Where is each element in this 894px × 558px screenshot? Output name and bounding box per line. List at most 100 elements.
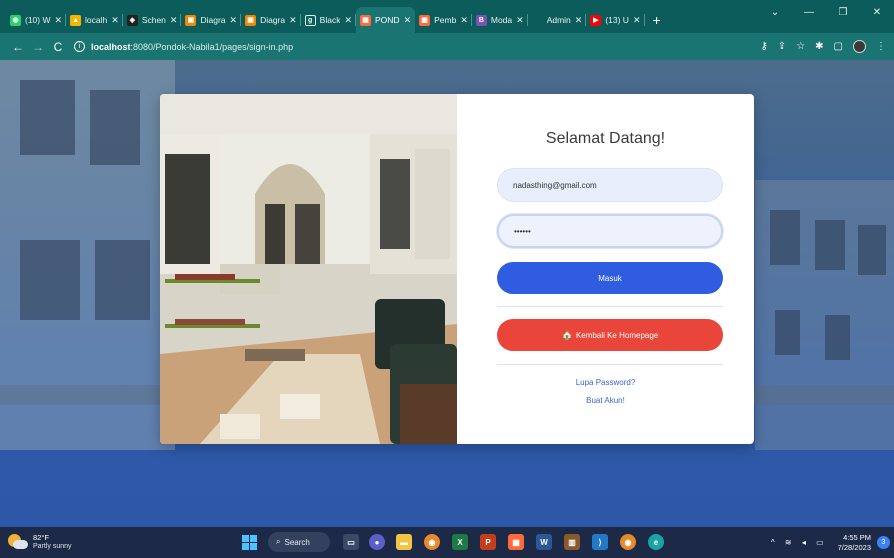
tab-title: (10) W bbox=[25, 15, 51, 25]
tab-search-icon[interactable]: ⌄ bbox=[758, 7, 792, 18]
tab-close-icon[interactable]: ✕ bbox=[633, 15, 641, 26]
extensions-icon[interactable]: ✱ bbox=[815, 41, 823, 52]
tab-close-icon[interactable]: ✕ bbox=[460, 15, 468, 26]
share-icon[interactable]: ⇪ bbox=[778, 41, 786, 52]
notification-badge[interactable]: 3 bbox=[877, 536, 890, 549]
tab-favicon-icon: ▦ bbox=[419, 14, 431, 26]
back-to-homepage-label: Kembali Ke Homepage bbox=[575, 330, 659, 340]
time: 4:55 PM bbox=[843, 532, 871, 542]
browser-tab[interactable]: g Black ✕ bbox=[301, 7, 356, 33]
email-field[interactable]: nadasthing@gmail.com bbox=[497, 168, 723, 202]
tab-favicon-icon: ◉ bbox=[10, 14, 21, 26]
tab-close-icon[interactable]: ✕ bbox=[55, 15, 63, 26]
edge-icon[interactable]: e bbox=[648, 534, 664, 550]
tab-favicon-icon: g bbox=[304, 14, 316, 26]
tab-title: (13) U bbox=[605, 15, 629, 25]
tab-close-icon[interactable]: ✕ bbox=[516, 15, 524, 26]
xampp-icon[interactable]: ▦ bbox=[508, 534, 524, 550]
address-bar[interactable]: i localhost:8080/Pondok-Nabila1/pages/si… bbox=[74, 37, 760, 57]
menu-dots-icon[interactable]: ⋮ bbox=[876, 41, 886, 52]
tab-title: Schen bbox=[141, 15, 166, 25]
browser-tab[interactable]: ▣ Diagra ✕ bbox=[181, 7, 242, 33]
minimize-icon[interactable]: — bbox=[792, 7, 826, 18]
back-to-homepage-button[interactable]: 🏠 Kembali Ke Homepage bbox=[497, 319, 723, 351]
password-field[interactable]: •••••• bbox=[497, 214, 723, 248]
tab-close-icon[interactable]: ✕ bbox=[170, 15, 178, 26]
window-controls: ⌄ — ❐ ✕ bbox=[758, 0, 894, 24]
login-button[interactable]: Masuk bbox=[497, 262, 723, 294]
toolbar-actions: ⚷ ⇪ ☆ ✱ ▢ ⋮ bbox=[760, 40, 886, 53]
new-tab-button[interactable]: + bbox=[645, 7, 669, 33]
excel-icon[interactable]: X bbox=[452, 534, 468, 550]
browser-tab[interactable]: Admin ✕ bbox=[528, 7, 587, 33]
divider bbox=[497, 364, 723, 365]
tab-favicon-icon: ▶ bbox=[590, 14, 602, 26]
tab-close-icon[interactable]: ✕ bbox=[404, 15, 412, 26]
tab-title: Diagra bbox=[260, 15, 286, 25]
chrome-icon[interactable]: ◉ bbox=[424, 534, 440, 550]
browser-tab[interactable]: ◈ Schen ✕ bbox=[123, 7, 182, 33]
tab-title: localh bbox=[85, 15, 108, 25]
tab-close-icon[interactable]: ✕ bbox=[344, 15, 352, 26]
powerpoint-icon[interactable]: P bbox=[480, 534, 496, 550]
key-icon[interactable]: ⚷ bbox=[760, 41, 767, 52]
word-icon[interactable]: W bbox=[536, 534, 552, 550]
tab-favicon-icon bbox=[532, 15, 543, 26]
search-icon: ⌕ bbox=[276, 537, 281, 546]
tab-title: Black bbox=[319, 15, 341, 25]
tab-close-icon[interactable]: ✕ bbox=[575, 15, 583, 26]
clock[interactable]: 4:55 PM 7/28/2023 bbox=[838, 533, 871, 553]
browser-tab[interactable]: ▶ (13) U ✕ bbox=[586, 7, 645, 33]
home-icon: 🏠 bbox=[561, 329, 573, 340]
date: 7/28/2023 bbox=[837, 542, 871, 552]
restore-icon[interactable]: ❐ bbox=[826, 7, 860, 18]
browser-tab[interactable]: ▦ Pemb ✕ bbox=[415, 7, 472, 33]
welcome-heading: Selamat Datang! bbox=[545, 130, 666, 147]
bookmark-star-icon[interactable]: ☆ bbox=[796, 41, 805, 52]
tab-title: Diagra bbox=[200, 15, 226, 25]
forgot-password-link[interactable]: Lupa Password? bbox=[457, 378, 754, 387]
tab-strip: ◉ (10) W ✕ ▲ localh ✕ ◈ Schen ✕ ▣ Diagra ✕ ▣ Diag… bbox=[0, 0, 894, 33]
task-view-icon[interactable]: ▭ bbox=[343, 534, 359, 550]
login-card: Selamat Datang! nadasthing@gmail.com •••… bbox=[160, 94, 754, 444]
tab-close-icon[interactable]: ✕ bbox=[230, 15, 238, 26]
tray-icons[interactable]: ^ ≋ ◂ ▭ bbox=[771, 538, 828, 547]
reload-icon[interactable]: C bbox=[48, 40, 68, 54]
url-path: :8080/Pondok-Nabila1/pages/sign-in.php bbox=[130, 41, 294, 52]
tab-favicon-icon: B bbox=[475, 14, 487, 26]
browser-toolbar: ← → C i localhost:8080/Pondok-Nabila1/pa… bbox=[0, 33, 894, 60]
file-explorer-icon[interactable]: ▬ bbox=[396, 534, 412, 550]
pondok-interior-photo bbox=[160, 94, 457, 444]
vscode-icon[interactable]: ⟩ bbox=[592, 534, 608, 550]
divider bbox=[497, 306, 723, 307]
browser-tab[interactable]: ▲ localh ✕ bbox=[66, 7, 123, 33]
chat-icon[interactable]: ● bbox=[369, 534, 385, 550]
chrome-active-icon[interactable]: ◉ bbox=[620, 534, 636, 550]
browser-tab[interactable]: ◉ (10) W ✕ bbox=[6, 7, 67, 33]
weather-widget[interactable]: 82°F Partly sunny bbox=[8, 533, 72, 551]
browser-tab[interactable]: ▣ Diagra ✕ bbox=[241, 7, 301, 33]
temperature: 82°F bbox=[33, 533, 49, 542]
browser-tab-active[interactable]: ▦ POND ✕ bbox=[356, 7, 416, 33]
sign-in-form: Selamat Datang! nadasthing@gmail.com •••… bbox=[457, 94, 754, 444]
close-window-icon[interactable]: ✕ bbox=[860, 7, 894, 18]
create-account-link[interactable]: Buat Akun! bbox=[457, 396, 754, 405]
tab-favicon-icon: ▣ bbox=[185, 14, 197, 26]
tab-close-icon[interactable]: ✕ bbox=[289, 15, 297, 26]
tab-title: POND bbox=[375, 15, 400, 25]
sidepanel-icon[interactable]: ▢ bbox=[834, 41, 843, 52]
windows-start-icon[interactable] bbox=[242, 535, 257, 550]
browser-tab[interactable]: B Moda ✕ bbox=[472, 7, 528, 33]
tab-title: Moda bbox=[490, 15, 513, 25]
site-info-icon[interactable]: i bbox=[74, 41, 85, 52]
forward-icon[interactable]: → bbox=[28, 40, 48, 54]
tab-title: Admin bbox=[546, 15, 571, 25]
back-icon[interactable]: ← bbox=[8, 40, 28, 54]
tab-favicon-icon: ▲ bbox=[70, 14, 82, 26]
tab-title: Pemb bbox=[434, 15, 457, 25]
tab-close-icon[interactable]: ✕ bbox=[111, 15, 119, 26]
tab-favicon-icon: ▦ bbox=[360, 14, 371, 26]
taskbar-search[interactable]: ⌕ Search bbox=[268, 532, 330, 552]
profile-avatar[interactable] bbox=[853, 40, 866, 53]
app-icon[interactable]: ▥ bbox=[564, 534, 580, 550]
